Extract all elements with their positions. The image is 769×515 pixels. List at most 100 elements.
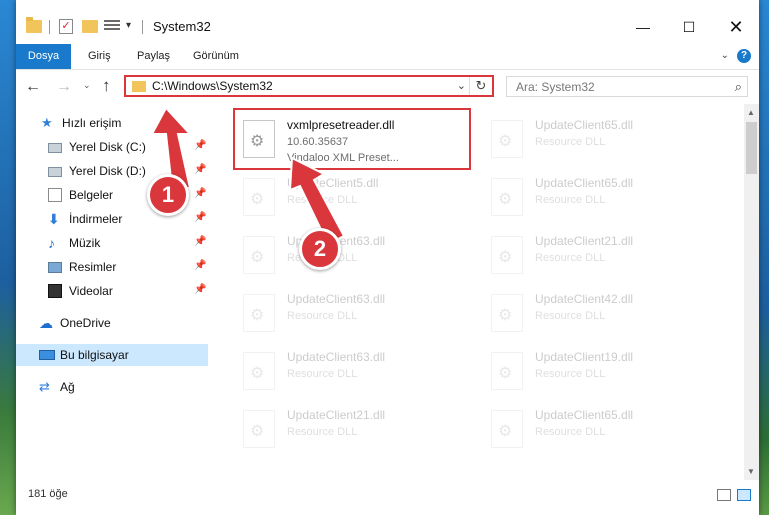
search-icon[interactable]: ⌕ bbox=[735, 79, 742, 95]
file-type: Resource DLL bbox=[287, 426, 358, 438]
back-button[interactable]: ← bbox=[25, 78, 41, 96]
tab-home[interactable]: Giriş bbox=[88, 44, 111, 69]
file-tile[interactable]: UpdateClient65.dll Resource DLL bbox=[483, 168, 723, 226]
sidebar-item-label: Belgeler bbox=[69, 188, 114, 202]
address-path[interactable]: C:\Windows\System32 bbox=[152, 79, 273, 93]
pin-icon[interactable]: 📌 bbox=[194, 236, 206, 247]
dll-file-icon bbox=[243, 178, 275, 216]
toolbar-separator bbox=[142, 20, 143, 34]
maximize-button[interactable]: ☐ bbox=[666, 14, 712, 40]
sidebar-item-label: Hızlı erişim bbox=[62, 116, 122, 130]
dll-file-icon bbox=[491, 236, 523, 274]
file-name: UpdateClient42.dll bbox=[535, 292, 634, 306]
document-icon bbox=[48, 188, 62, 202]
music-note-icon: ♪ bbox=[48, 235, 55, 251]
sidebar-item-videos[interactable]: Videolar 📌 bbox=[16, 280, 208, 302]
scrollbar-thumb[interactable] bbox=[746, 122, 757, 174]
sidebar-item-label: İndirmeler bbox=[69, 212, 123, 226]
sidebar-item-label: Videolar bbox=[69, 284, 113, 298]
forward-button[interactable]: → bbox=[56, 78, 72, 96]
file-name: UpdateClient63.dll bbox=[287, 350, 386, 364]
close-button[interactable]: ✕ bbox=[713, 14, 759, 40]
file-tile[interactable]: UpdateClient65.dll Resource DLL bbox=[483, 400, 723, 458]
title-bar: ✓ ▾ System32 — ☐ ✕ bbox=[16, 0, 759, 44]
sidebar-item-label: Yerel Disk (D:) bbox=[69, 164, 146, 178]
file-type: Resource DLL bbox=[287, 310, 358, 322]
file-name: UpdateClient65.dll bbox=[535, 118, 634, 132]
dll-file-icon bbox=[491, 294, 523, 332]
file-tile[interactable]: UpdateClient21.dll Resource DLL bbox=[235, 400, 475, 458]
sidebar-item-label: Ağ bbox=[60, 380, 75, 394]
tab-share[interactable]: Paylaş bbox=[137, 44, 170, 69]
toolbar-separator bbox=[49, 20, 50, 34]
vertical-scrollbar[interactable]: ▲ ▼ bbox=[744, 104, 759, 480]
sidebar-item-label: Bu bilgisayar bbox=[60, 348, 129, 362]
navigation-bar: ← → ⌄ ↑ C:\Windows\System32 ⌄ ↻ Ara: Sys… bbox=[16, 70, 759, 104]
file-tile[interactable]: UpdateClient63.dll Resource DLL bbox=[235, 284, 475, 342]
download-arrow-icon: ⬇ bbox=[48, 211, 60, 227]
hard-drive-icon bbox=[48, 167, 62, 177]
tab-view[interactable]: Görünüm bbox=[193, 44, 239, 69]
pin-icon[interactable]: 📌 bbox=[194, 260, 206, 271]
minimize-button[interactable]: — bbox=[620, 14, 666, 40]
file-tile[interactable]: UpdateClient42.dll Resource DLL bbox=[483, 284, 723, 342]
file-name: UpdateClient19.dll bbox=[535, 350, 634, 364]
dll-file-icon bbox=[491, 410, 523, 448]
refresh-button[interactable]: ↻ bbox=[469, 77, 492, 95]
properties-list-icon[interactable] bbox=[104, 20, 120, 34]
file-type: Resource DLL bbox=[535, 310, 606, 322]
hard-drive-icon bbox=[48, 143, 62, 153]
item-count: 181 öğe bbox=[28, 488, 68, 500]
dll-file-icon bbox=[243, 294, 275, 332]
cloud-icon: ☁ bbox=[39, 315, 53, 331]
sidebar-item-music[interactable]: ♪ Müzik 📌 bbox=[16, 232, 208, 254]
window-title: System32 bbox=[153, 19, 211, 34]
details-view-icon[interactable] bbox=[717, 489, 731, 501]
address-bar[interactable]: C:\Windows\System32 ⌄ ↻ bbox=[124, 75, 494, 97]
help-icon[interactable]: ? bbox=[737, 49, 751, 63]
dll-file-icon bbox=[491, 352, 523, 390]
pin-icon[interactable]: 📌 bbox=[194, 212, 206, 223]
folder-icon bbox=[132, 81, 146, 92]
file-tile[interactable]: UpdateClient19.dll Resource DLL bbox=[483, 342, 723, 400]
star-icon: ★ bbox=[41, 115, 53, 130]
sidebar-item-pictures[interactable]: Resimler 📌 bbox=[16, 256, 208, 278]
file-type: Resource DLL bbox=[535, 194, 606, 206]
network-icon: ⇄ bbox=[39, 379, 50, 394]
sidebar-item-this-pc[interactable]: Bu bilgisayar bbox=[16, 344, 208, 366]
file-type: Resource DLL bbox=[535, 136, 606, 148]
new-folder-icon[interactable] bbox=[82, 20, 98, 33]
dll-file-icon bbox=[243, 410, 275, 448]
file-type: Resource DLL bbox=[287, 368, 358, 380]
dll-file-icon bbox=[243, 236, 275, 274]
file-name: UpdateClient21.dll bbox=[535, 234, 634, 248]
file-tile[interactable]: UpdateClient65.dll Resource DLL bbox=[483, 110, 723, 168]
file-type: Resource DLL bbox=[535, 368, 606, 380]
folder-icon bbox=[26, 17, 42, 33]
recent-locations-chevron-icon[interactable]: ⌄ bbox=[83, 80, 91, 91]
expand-ribbon-chevron-icon[interactable]: ⌄ bbox=[721, 50, 729, 61]
sidebar-item-label: Yerel Disk (C:) bbox=[69, 140, 146, 154]
explorer-window: ✓ ▾ System32 — ☐ ✕ Dosya Giriş Paylaş Gö… bbox=[16, 0, 759, 515]
sidebar-item-onedrive[interactable]: ☁ OneDrive bbox=[16, 312, 208, 334]
search-placeholder: Ara: System32 bbox=[516, 80, 595, 94]
file-name: UpdateClient63.dll bbox=[287, 292, 386, 306]
pin-icon[interactable]: 📌 bbox=[194, 284, 206, 295]
scroll-down-icon[interactable]: ▼ bbox=[747, 467, 755, 476]
desktop-background-right bbox=[759, 0, 769, 515]
address-history-chevron-icon[interactable]: ⌄ bbox=[457, 79, 466, 92]
file-tile[interactable]: UpdateClient21.dll Resource DLL bbox=[483, 226, 723, 284]
picture-icon bbox=[48, 262, 62, 273]
tab-file[interactable]: Dosya bbox=[16, 44, 71, 69]
film-strip-icon bbox=[48, 284, 62, 298]
up-button[interactable]: ↑ bbox=[102, 76, 111, 96]
customize-toolbar-chevron-icon[interactable]: ▾ bbox=[126, 20, 131, 31]
status-bar: 181 öğe bbox=[16, 480, 759, 515]
properties-check-icon[interactable]: ✓ bbox=[59, 19, 73, 34]
scroll-up-icon[interactable]: ▲ bbox=[747, 108, 755, 117]
search-input[interactable]: Ara: System32 ⌕ bbox=[506, 76, 748, 97]
file-name: UpdateClient65.dll bbox=[535, 408, 634, 422]
sidebar-item-network[interactable]: ⇄ Ağ bbox=[16, 376, 208, 398]
tiles-view-icon[interactable] bbox=[737, 489, 751, 501]
file-tile[interactable]: UpdateClient63.dll Resource DLL bbox=[235, 342, 475, 400]
